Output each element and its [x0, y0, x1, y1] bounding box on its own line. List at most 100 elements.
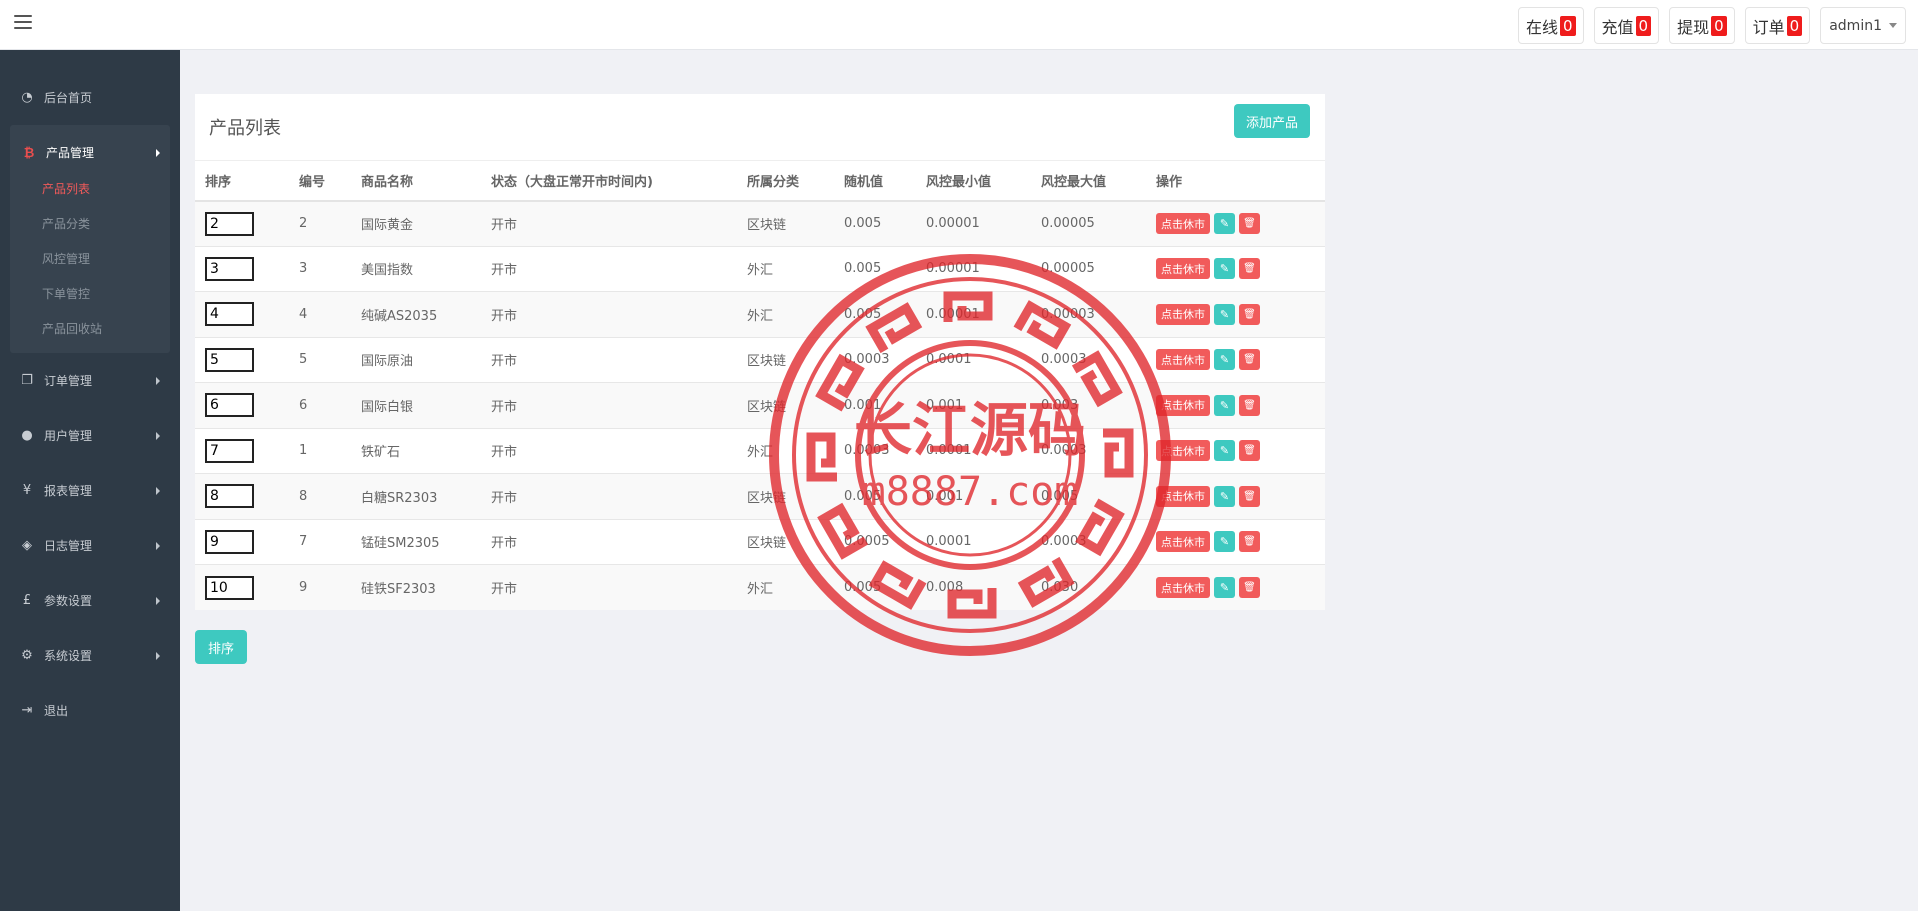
- sort-input[interactable]: [205, 484, 254, 509]
- sidebar-item-label: 产品管理: [46, 146, 95, 160]
- subnav-risk-control[interactable]: 风控管理: [10, 242, 170, 277]
- sidebar-item-system[interactable]: ⚙ 系统设置: [0, 628, 180, 683]
- sort-input[interactable]: [205, 438, 254, 463]
- sort-cell: [195, 382, 289, 428]
- id-cell: 4: [289, 291, 351, 337]
- table-row: 4 纯碱AS2035 开市 外汇 0.005 0.00001 0.00003 点…: [195, 291, 1325, 337]
- close-market-button[interactable]: 点击休市: [1156, 394, 1210, 416]
- trash-icon: 🗑: [1243, 445, 1256, 457]
- close-market-button[interactable]: 点击休市: [1156, 577, 1210, 598]
- delete-button[interactable]: 🗑: [1239, 485, 1260, 507]
- category-cell: 区块链: [737, 473, 834, 519]
- sidebar-item-home[interactable]: ◔ 后台首页: [0, 70, 180, 125]
- status-cell: 开市: [481, 336, 737, 383]
- max-cell: 0.003: [1031, 382, 1146, 428]
- edit-button[interactable]: ✎: [1214, 577, 1235, 598]
- name-cell: 国际原油: [351, 336, 481, 383]
- pencil-icon: ✎: [1219, 218, 1230, 230]
- subnav-product-category[interactable]: 产品分类: [10, 207, 170, 242]
- min-cell: 0.001: [916, 382, 1031, 428]
- subnav-order-control[interactable]: 下单管控: [10, 277, 170, 312]
- close-market-button[interactable]: 点击休市: [1156, 258, 1210, 280]
- sidebar-item-reports[interactable]: ¥ 报表管理: [0, 463, 180, 518]
- min-cell: 0.008: [916, 564, 1031, 610]
- sort-cell: [195, 564, 289, 610]
- sidebar-item-logs[interactable]: ◈ 日志管理: [0, 518, 180, 573]
- edit-button[interactable]: ✎: [1214, 349, 1235, 371]
- pound-icon: £: [22, 593, 32, 608]
- sidebar-item-label: 退出: [44, 704, 69, 718]
- sort-input[interactable]: [205, 575, 254, 600]
- sort-button[interactable]: 排序: [195, 630, 248, 664]
- name-cell: 纯碱AS2035: [351, 291, 481, 337]
- category-cell: 区块链: [737, 200, 834, 246]
- sort-input[interactable]: [205, 529, 254, 554]
- sidebar-item-logout[interactable]: ⇥ 退出: [0, 683, 180, 738]
- add-product-button[interactable]: 添加产品: [1233, 104, 1310, 138]
- online-pill[interactable]: 在线 0: [1517, 7, 1584, 44]
- orders-pill[interactable]: 订单 0: [1744, 7, 1811, 44]
- delete-button[interactable]: 🗑: [1239, 213, 1260, 234]
- count-badge: 0: [1559, 15, 1576, 36]
- column-header: 编号: [289, 160, 351, 202]
- sidebar-item-label: 订单管理: [44, 374, 93, 388]
- close-market-button[interactable]: 点击休市: [1156, 303, 1210, 325]
- min-cell: 0.00001: [916, 291, 1031, 337]
- sidebar-item-products[interactable]: ₿ 产品管理: [10, 125, 170, 180]
- sidebar-item-params[interactable]: £ 参数设置: [0, 573, 180, 628]
- id-cell: 1: [289, 427, 351, 474]
- min-cell: 0.0001: [916, 518, 1031, 565]
- close-market-button[interactable]: 点击休市: [1156, 213, 1210, 234]
- pencil-icon: ✎: [1219, 445, 1230, 458]
- table-row: 8 白糖SR2303 开市 区块链 0.005 0.001 0.005 点击休市…: [195, 473, 1325, 519]
- sort-input[interactable]: [205, 347, 254, 372]
- menu-toggle-icon[interactable]: [14, 15, 32, 31]
- sidebar-item-users[interactable]: ● 用户管理: [0, 408, 180, 463]
- edit-button[interactable]: ✎: [1214, 394, 1235, 416]
- sort-input[interactable]: [205, 211, 254, 236]
- delete-button[interactable]: 🗑: [1239, 440, 1260, 462]
- edit-button[interactable]: ✎: [1214, 485, 1235, 507]
- close-market-button[interactable]: 点击休市: [1156, 531, 1210, 553]
- edit-button[interactable]: ✎: [1214, 258, 1235, 280]
- edit-button[interactable]: ✎: [1214, 213, 1235, 234]
- ops-cell: 点击休市 ✎ 🗑: [1146, 382, 1325, 428]
- username: admin1: [1829, 17, 1882, 34]
- table-row: 2 国际黄金 开市 区块链 0.005 0.00001 0.00005 点击休市…: [195, 200, 1325, 246]
- top-status-pills: 在线 0 充值 0 提现 0 订单 0 admin1: [1517, 7, 1906, 44]
- close-market-button[interactable]: 点击休市: [1156, 349, 1210, 371]
- close-market-button[interactable]: 点击休市: [1156, 485, 1210, 507]
- column-header: 随机值: [834, 160, 916, 202]
- edit-button[interactable]: ✎: [1214, 531, 1235, 553]
- sort-input[interactable]: [205, 302, 254, 327]
- name-cell: 白糖SR2303: [351, 473, 481, 519]
- delete-button[interactable]: 🗑: [1239, 577, 1260, 598]
- random-cell: 0.005: [834, 473, 916, 519]
- chevron-right-icon: [156, 377, 160, 385]
- category-cell: 区块链: [737, 382, 834, 428]
- delete-button[interactable]: 🗑: [1239, 258, 1260, 280]
- delete-button[interactable]: 🗑: [1239, 303, 1260, 325]
- subnav-product-recycle[interactable]: 产品回收站: [10, 312, 170, 347]
- delete-button[interactable]: 🗑: [1239, 394, 1260, 416]
- pencil-icon: ✎: [1219, 582, 1230, 594]
- delete-button[interactable]: 🗑: [1239, 531, 1260, 553]
- name-cell: 铁矿石: [351, 427, 481, 474]
- recharge-pill[interactable]: 充值 0: [1593, 7, 1660, 44]
- random-cell: 0.005: [834, 564, 916, 610]
- sidebar-item-orders[interactable]: ❐ 订单管理: [0, 353, 180, 408]
- sort-cell: [195, 291, 289, 337]
- column-header: 所属分类: [737, 160, 834, 202]
- ops-cell: 点击休市 ✎ 🗑: [1146, 200, 1325, 246]
- sort-input[interactable]: [205, 393, 254, 418]
- max-cell: 0.0003: [1031, 427, 1146, 474]
- withdraw-pill[interactable]: 提现 0: [1669, 7, 1735, 44]
- close-market-button[interactable]: 点击休市: [1156, 440, 1210, 462]
- edit-button[interactable]: ✎: [1214, 303, 1235, 325]
- max-cell: 0.0003: [1031, 336, 1146, 383]
- id-cell: 3: [289, 245, 351, 292]
- delete-button[interactable]: 🗑: [1239, 349, 1260, 371]
- edit-button[interactable]: ✎: [1214, 440, 1235, 462]
- user-menu[interactable]: admin1: [1820, 7, 1906, 44]
- sort-input[interactable]: [205, 256, 254, 281]
